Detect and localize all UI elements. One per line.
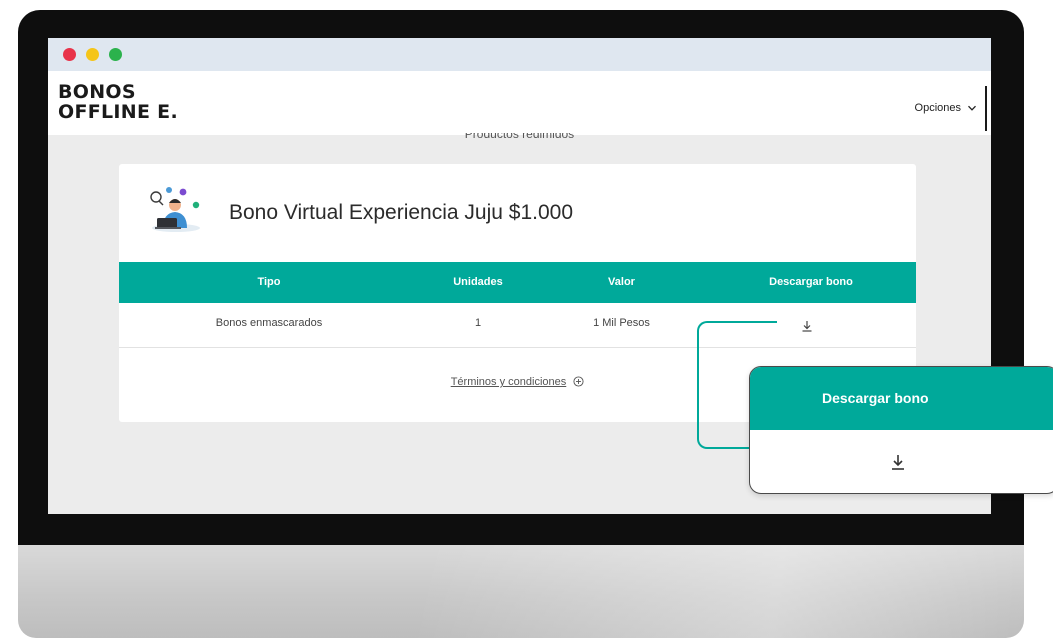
options-menu-button[interactable]: Opciones bbox=[915, 102, 977, 114]
stage: BONOS OFFLINE E. Opciones Productos redi… bbox=[0, 0, 1053, 638]
close-window-button[interactable] bbox=[63, 48, 76, 61]
section-title: Productos redimidos bbox=[464, 133, 575, 141]
person-with-icons-illustration bbox=[150, 187, 200, 232]
window-titlebar bbox=[48, 38, 991, 71]
callout-header: Descargar bono bbox=[750, 367, 1053, 430]
site-logo[interactable]: BONOS OFFLINE E. bbox=[58, 82, 178, 122]
scrollbar[interactable] bbox=[985, 86, 987, 131]
column-header-valor: Valor bbox=[608, 276, 635, 288]
logo-line-1: BONOS bbox=[58, 81, 136, 103]
download-icon[interactable] bbox=[890, 454, 906, 470]
table-header: Tipo Unidades Valor Descargar bono bbox=[119, 262, 916, 303]
options-label: Opciones bbox=[914, 102, 961, 114]
site-header: BONOS OFFLINE E. Opciones bbox=[48, 71, 991, 135]
terms-label: Términos y condiciones bbox=[450, 376, 567, 388]
cell-unidades: 1 bbox=[474, 317, 482, 329]
logo-line-2: OFFLINE E. bbox=[58, 101, 178, 123]
minimize-window-button[interactable] bbox=[86, 48, 99, 61]
plus-circle-icon bbox=[573, 376, 584, 387]
column-header-tipo: Tipo bbox=[257, 276, 281, 288]
column-header-unidades: Unidades bbox=[453, 276, 503, 288]
download-callout: Descargar bono bbox=[749, 366, 1053, 494]
cell-valor: 1 Mil Pesos bbox=[593, 317, 650, 329]
product-title: Bono Virtual Experiencia Juju $1.000 bbox=[229, 201, 574, 224]
chevron-down-icon bbox=[968, 105, 976, 111]
column-header-descargar: Descargar bono bbox=[769, 276, 853, 288]
download-icon[interactable] bbox=[801, 320, 813, 332]
cell-tipo: Bonos enmascarados bbox=[215, 317, 323, 329]
table-row: Bonos enmascarados 1 1 Mil Pesos bbox=[119, 303, 916, 348]
maximize-window-button[interactable] bbox=[109, 48, 122, 61]
